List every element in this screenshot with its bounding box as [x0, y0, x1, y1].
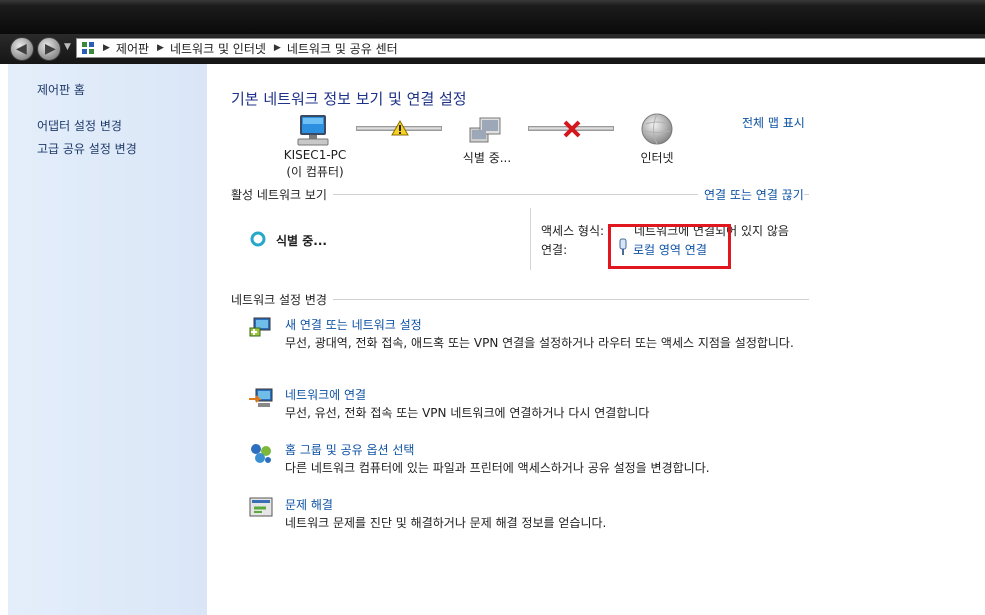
- connect-disconnect-link[interactable]: 연결 또는 연결 끊기: [698, 186, 804, 203]
- breadcrumb-control-panel[interactable]: 제어판: [116, 40, 149, 57]
- task-connect-network-title[interactable]: 네트워크에 연결: [285, 386, 366, 403]
- recent-pages-dropdown-icon[interactable]: ▼: [64, 42, 71, 52]
- breadcrumb-network-internet[interactable]: 네트워크 및 인터넷: [170, 40, 266, 57]
- highlight-box: [608, 224, 731, 269]
- access-type-label: 액세스 형식:: [541, 224, 605, 238]
- task-troubleshoot-desc: 네트워크 문제를 진단 및 해결하거나 문제 해결 정보를 얻습니다.: [285, 516, 607, 530]
- chevron-right-icon[interactable]: ▶: [274, 43, 281, 53]
- forward-button[interactable]: ▶: [37, 37, 61, 61]
- connection-label: 연결:: [541, 243, 568, 257]
- troubleshoot-icon[interactable]: [248, 495, 274, 519]
- window-title-bar: [0, 0, 985, 34]
- computer-icon[interactable]: [296, 112, 332, 148]
- task-new-connection-title[interactable]: 새 연결 또는 네트워크 설정: [285, 316, 422, 333]
- computer-name-label: KISEC1-PC: [283, 148, 347, 162]
- unidentified-network-label: 식별 중...: [462, 151, 512, 165]
- warning-icon[interactable]: [391, 120, 409, 136]
- identifying-spinner-icon: [250, 231, 266, 247]
- active-network-heading: 활성 네트워크 보기: [231, 186, 333, 203]
- forward-arrow-icon: ▶: [45, 41, 56, 57]
- chevron-right-icon[interactable]: ▶: [103, 43, 110, 53]
- computer-sub-label: (이 컴퓨터): [286, 165, 344, 179]
- task-homegroup-title[interactable]: 홈 그룹 및 공유 옵션 선택: [285, 441, 414, 458]
- connect-network-icon[interactable]: [248, 385, 274, 409]
- change-settings-heading: 네트워크 설정 변경: [231, 291, 333, 308]
- internet-globe-icon[interactable]: [640, 112, 676, 148]
- sidebar-item-advanced-sharing[interactable]: 고급 공유 설정 변경: [37, 140, 137, 157]
- page-title: 기본 네트워크 정보 보기 및 연결 설정: [231, 90, 467, 108]
- new-connection-icon[interactable]: [248, 314, 274, 338]
- sidebar-item-control-panel-home[interactable]: 제어판 홈: [37, 81, 85, 98]
- disconnected-x-icon[interactable]: [563, 120, 581, 138]
- sidebar-item-adapter-settings[interactable]: 어댑터 설정 변경: [37, 117, 122, 134]
- full-map-link[interactable]: 전체 맵 표시: [742, 114, 805, 131]
- active-network-name: 식별 중...: [276, 234, 327, 248]
- control-panel-icon: [81, 41, 95, 55]
- internet-label: 인터넷: [640, 151, 674, 165]
- sidebar-edge: [0, 64, 8, 615]
- task-homegroup-desc: 다른 네트워크 컴퓨터에 있는 파일과 프린터에 액세스하거나 공유 설정을 변…: [285, 461, 710, 475]
- homegroup-icon[interactable]: [248, 441, 274, 465]
- back-button[interactable]: ◀: [10, 37, 34, 61]
- back-arrow-icon: ◀: [16, 41, 27, 57]
- task-new-connection-desc: 무선, 광대역, 전화 접속, 애드혹 또는 VPN 연결을 설정하거나 라우터…: [285, 336, 794, 350]
- vertical-divider: [530, 208, 531, 270]
- network-icon[interactable]: [468, 112, 504, 148]
- chevron-right-icon[interactable]: ▶: [157, 43, 164, 53]
- address-bar[interactable]: ▶ 제어판 ▶ 네트워크 및 인터넷 ▶ 네트워크 및 공유 센터: [76, 38, 985, 58]
- task-connect-network-desc: 무선, 유선, 전화 접속 또는 VPN 네트워크에 연결하거나 다시 연결합니…: [285, 406, 650, 420]
- task-troubleshoot-title[interactable]: 문제 해결: [285, 496, 333, 513]
- breadcrumb-network-sharing-center[interactable]: 네트워크 및 공유 센터: [287, 40, 398, 57]
